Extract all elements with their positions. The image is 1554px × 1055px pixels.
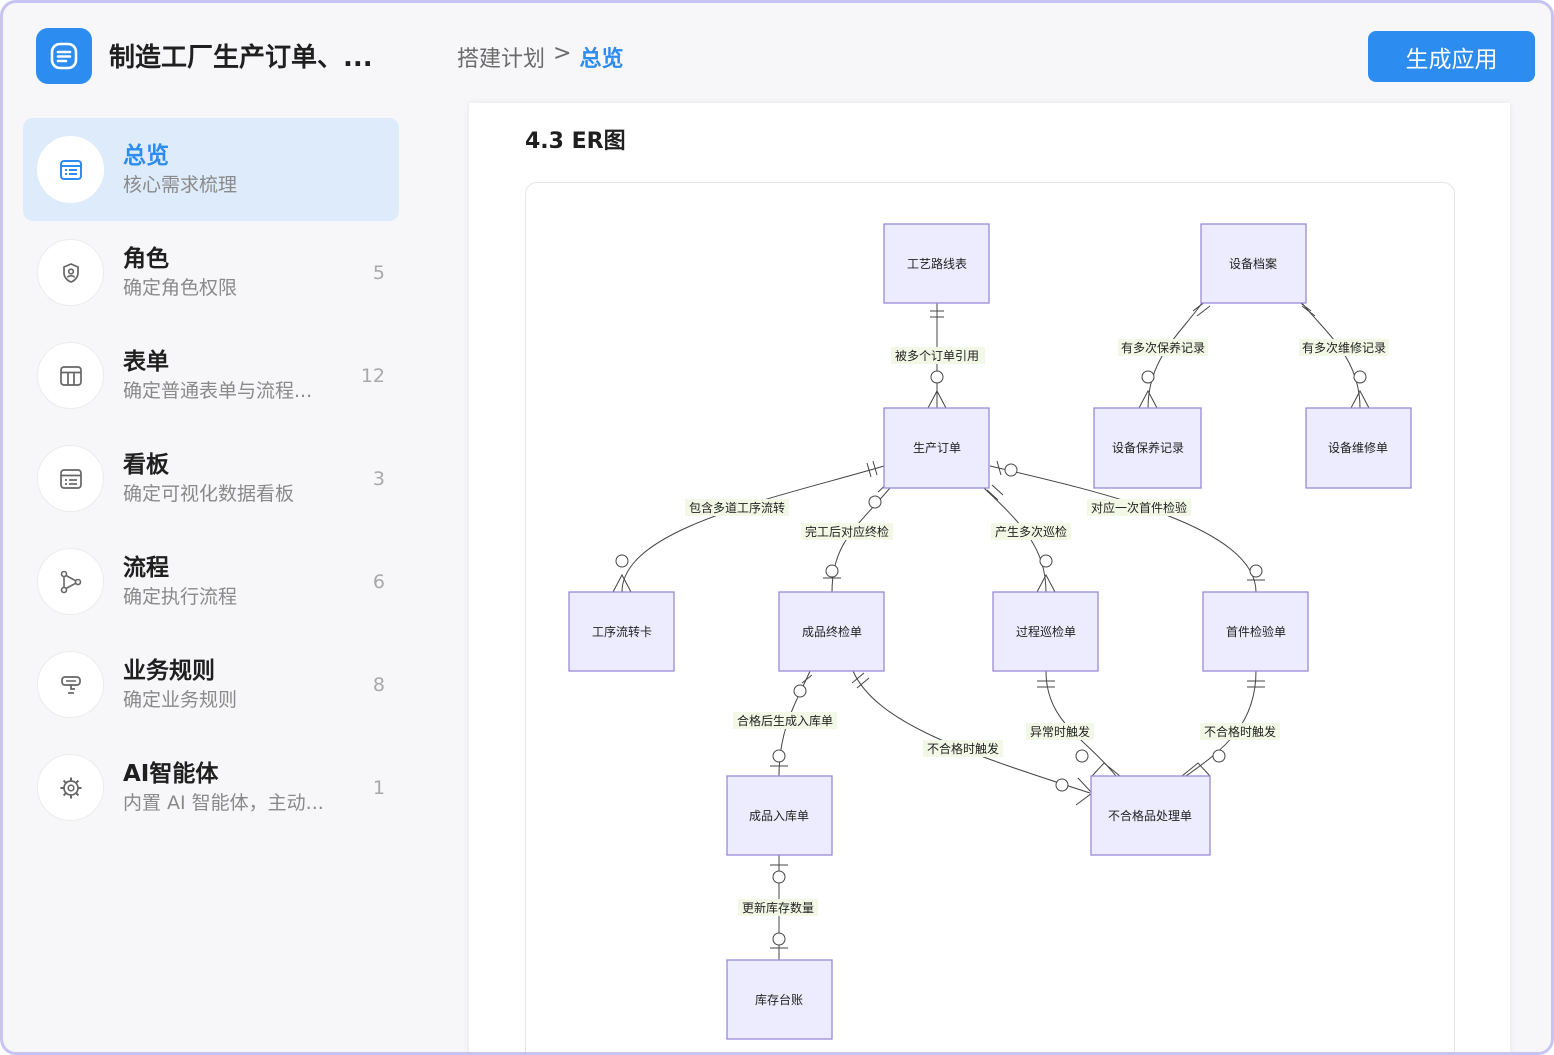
sidebar-item-dashboards[interactable]: 看板 确定可视化数据看板 3	[23, 427, 399, 530]
sidebar-item-subtitle: 确定角色权限	[123, 276, 238, 299]
svg-text:工序流转卡: 工序流转卡	[592, 624, 652, 639]
svg-text:合格后生成入库单: 合格后生成入库单	[737, 713, 833, 728]
flow-icon	[37, 548, 104, 615]
sidebar-item-subtitle: 内置 AI 智能体，主动...	[123, 791, 324, 814]
sidebar-item-title: 看板	[123, 451, 169, 478]
er-entity[interactable]: 工序流转卡	[568, 591, 675, 672]
svg-text:不合格时触发: 不合格时触发	[927, 741, 999, 756]
svg-text:更新库存数量: 更新库存数量	[742, 900, 814, 915]
app-window: 制造工厂生产订单、... 搭建计划 > 总览 生成应用 总览 核心需求梳理 角色…	[0, 0, 1554, 1055]
sidebar-item-count: 12	[360, 364, 385, 387]
app-title: 制造工厂生产订单、...	[109, 43, 373, 73]
svg-text:被多个订单引用: 被多个订单引用	[895, 349, 979, 363]
sidebar-item-rules[interactable]: 业务规则 确定业务规则 8	[23, 633, 399, 736]
svg-text:对应一次首件检验: 对应一次首件检验	[1091, 500, 1187, 515]
main-panel[interactable]: 4.3 ER图 被多个订单引用 有多次保养记录 有多次维修记录 包含多道工序流转…	[469, 103, 1510, 1052]
sidebar-item-count: 5	[372, 261, 385, 284]
svg-text:有多次维修记录: 有多次维修记录	[1302, 340, 1386, 355]
gear-icon	[37, 754, 104, 821]
er-diagram: 被多个订单引用 有多次保养记录 有多次维修记录 包含多道工序流转 完工后对应终检	[568, 223, 1412, 1040]
breadcrumb: 搭建计划 > 总览	[457, 41, 623, 73]
er-entity[interactable]: 设备维修单	[1305, 407, 1412, 489]
shield-user-icon	[37, 239, 104, 306]
svg-text:异常时触发: 异常时触发	[1030, 724, 1090, 739]
sidebar-item-flows[interactable]: 流程 确定执行流程 6	[23, 530, 399, 633]
section-title: 4.3 ER图	[525, 129, 626, 154]
er-entity[interactable]: 过程巡检单	[992, 591, 1099, 672]
sidebar-item-overview[interactable]: 总览 核心需求梳理	[23, 118, 399, 221]
rule-icon	[37, 651, 104, 718]
sidebar-item-title: AI智能体	[123, 760, 219, 787]
er-entity[interactable]: 库存台账	[726, 959, 833, 1040]
er-edge-label: 包含多道工序流转	[685, 499, 789, 516]
svg-text:包含多道工序流转: 包含多道工序流转	[689, 500, 785, 515]
er-edge-label: 有多次保养记录	[1118, 339, 1208, 356]
svg-text:设备档案: 设备档案	[1229, 256, 1277, 271]
sidebar-item-title: 流程	[123, 554, 169, 581]
er-diagram-card: 被多个订单引用 有多次保养记录 有多次维修记录 包含多道工序流转 完工后对应终检	[525, 182, 1455, 1052]
sidebar-item-count: 3	[372, 467, 385, 490]
svg-text:首件检验单: 首件检验单	[1226, 624, 1286, 639]
sidebar-item-roles[interactable]: 角色 确定角色权限 5	[23, 221, 399, 324]
breadcrumb-separator: >	[553, 41, 572, 66]
overview-icon	[37, 136, 104, 203]
sidebar-item-title: 角色	[123, 245, 169, 272]
er-entity[interactable]: 不合格品处理单	[1090, 775, 1211, 856]
sidebar-item-count: 8	[372, 673, 385, 696]
table-icon	[37, 342, 104, 409]
er-edge-label: 更新库存数量	[738, 899, 818, 916]
er-entity[interactable]: 首件检验单	[1202, 591, 1309, 672]
er-entity[interactable]: 成品入库单	[726, 775, 833, 856]
sidebar-item-subtitle: 确定可视化数据看板	[123, 482, 295, 505]
sidebar-item-subtitle: 确定执行流程	[123, 585, 238, 608]
er-edge-label: 异常时触发	[1026, 723, 1094, 740]
er-edge-label: 不合格时触发	[1200, 723, 1280, 740]
svg-text:成品终检单: 成品终检单	[802, 624, 862, 639]
sidebar-item-subtitle: 确定业务规则	[123, 688, 238, 711]
er-edge-label: 对应一次首件检验	[1087, 499, 1191, 516]
svg-text:成品入库单: 成品入库单	[749, 808, 809, 823]
dashboard-icon	[37, 445, 104, 512]
er-edge-label: 有多次维修记录	[1299, 339, 1389, 356]
svg-text:设备维修单: 设备维修单	[1328, 440, 1388, 455]
breadcrumb-parent[interactable]: 搭建计划	[457, 41, 545, 73]
sidebar-item-title: 业务规则	[123, 657, 215, 684]
svg-text:过程巡检单: 过程巡检单	[1016, 624, 1076, 639]
er-edge-label: 被多个订单引用	[891, 347, 985, 364]
svg-text:工艺路线表: 工艺路线表	[907, 256, 967, 271]
er-entity[interactable]: 工艺路线表	[883, 223, 990, 304]
svg-text:完工后对应终检: 完工后对应终检	[805, 524, 889, 539]
er-edge-label: 合格后生成入库单	[733, 712, 837, 729]
svg-text:库存台账: 库存台账	[755, 992, 803, 1007]
svg-text:不合格品处理单: 不合格品处理单	[1108, 808, 1192, 823]
sidebar-item-count: 6	[372, 570, 385, 593]
er-entity[interactable]: 设备档案	[1200, 223, 1307, 304]
sidebar-item-ai-agent[interactable]: AI智能体 内置 AI 智能体，主动... 1	[23, 736, 399, 839]
sidebar-item-count: 1	[372, 776, 385, 799]
er-entity[interactable]: 生产订单	[883, 407, 990, 489]
sidebar-item-subtitle: 确定普通表单与流程...	[123, 379, 313, 402]
svg-text:不合格时触发: 不合格时触发	[1204, 724, 1276, 739]
app-logo-icon	[36, 28, 92, 84]
er-entity[interactable]: 成品终检单	[778, 591, 885, 672]
er-entity[interactable]: 设备保养记录	[1093, 407, 1202, 489]
svg-text:有多次保养记录: 有多次保养记录	[1121, 340, 1205, 355]
sidebar-item-title: 表单	[123, 348, 169, 375]
er-edge-label: 不合格时触发	[923, 740, 1003, 757]
sidebar-item-title: 总览	[123, 142, 169, 169]
svg-text:生产订单: 生产订单	[913, 441, 961, 455]
sidebar: 总览 核心需求梳理 角色 确定角色权限 5 表单 确定普通表单与流程... 12…	[23, 118, 399, 839]
er-edge-label: 完工后对应终检	[801, 523, 893, 540]
sidebar-item-subtitle: 核心需求梳理	[123, 173, 238, 196]
generate-app-button[interactable]: 生成应用	[1368, 31, 1535, 82]
svg-text:产生多次巡检: 产生多次巡检	[995, 524, 1067, 539]
sidebar-item-forms[interactable]: 表单 确定普通表单与流程... 12	[23, 324, 399, 427]
svg-text:设备保养记录: 设备保养记录	[1112, 440, 1184, 455]
er-edge-label: 产生多次巡检	[991, 523, 1071, 540]
breadcrumb-current: 总览	[579, 47, 624, 72]
